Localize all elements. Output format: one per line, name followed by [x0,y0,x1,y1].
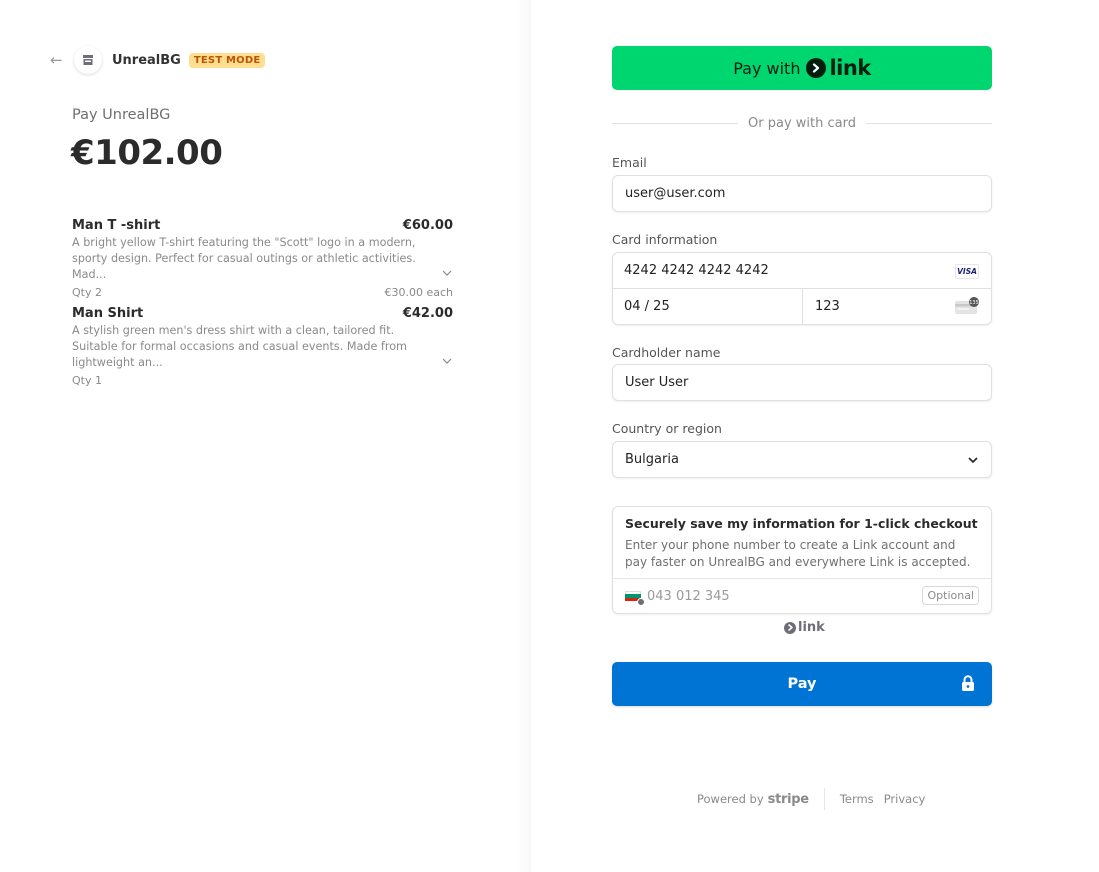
pay-with-link-button[interactable]: Pay with link [612,46,992,90]
item-name: Man Shirt [72,306,144,321]
merchant-header: ← UnrealBG TEST MODE [50,45,266,75]
country-select[interactable]: Bulgaria [612,441,992,478]
svg-text:135: 135 [969,300,979,306]
arrow-left-icon[interactable]: ← [50,52,66,68]
item-description: A stylish green men's dress shirt with a… [72,324,407,369]
order-summary-panel: ← UnrealBG TEST MODE Pay UnrealBG €102.0… [0,0,531,872]
country-value: Bulgaria [625,452,679,467]
link-small-logo: link [784,620,825,635]
chevron-down-icon[interactable] [441,267,453,279]
line-item: Man Shirt €42.00 A stylish green men's d… [72,306,453,387]
item-unit-price: €30.00 each [384,286,453,299]
visa-icon: VISA [955,264,979,279]
card-number-field[interactable]: 4242 4242 4242 4242 VISA [613,253,991,289]
item-description: A bright yellow T-shirt featuring the "S… [72,236,416,281]
item-name: Man T -shirt [72,218,161,233]
item-price: €42.00 [402,306,453,321]
card-info-group: 4242 4242 4242 4242 VISA 04 / 25 123 135 [612,252,992,325]
email-label: Email [612,155,647,170]
save-info-description: Enter your phone number to create a Link… [625,538,971,569]
chevron-down-icon[interactable] [441,355,453,367]
card-cvc-field[interactable]: 123 135 [803,289,991,324]
cardholder-name-label: Cardholder name [612,345,721,360]
cardholder-name-field[interactable]: User User [612,364,992,401]
lock-icon [962,675,974,691]
link-logo: link [806,56,871,80]
save-info-title: Securely save my information for 1-click… [625,516,978,531]
stripe-logo[interactable]: stripe [768,792,809,807]
total-amount: €102.00 [71,133,223,173]
country-label: Country or region [612,421,722,436]
item-quantity: Qty 2 [72,286,102,299]
store-icon [83,55,93,65]
card-expiry-field[interactable]: 04 / 25 [613,289,803,324]
pay-button-label: Pay [787,676,817,692]
pay-button[interactable]: Pay [612,662,992,706]
test-mode-badge: TEST MODE [188,52,266,68]
email-field[interactable]: user@user.com [612,175,992,212]
chevron-down-icon [968,457,978,464]
bulgaria-flag-icon[interactable] [625,590,645,606]
store-logo [74,46,102,74]
terms-link[interactable]: Terms [840,792,874,806]
cvc-card-icon: 135 [955,297,979,314]
item-quantity: Qty 1 [72,374,102,387]
or-pay-with-card-divider: Or pay with card [612,113,993,133]
link-chevron-icon [784,621,796,634]
card-cvc-value: 123 [815,299,840,314]
phone-placeholder: 043 012 345 [647,588,730,604]
line-item: Man T -shirt €60.00 A bright yellow T-sh… [72,218,453,299]
powered-by-label: Powered by [697,792,764,806]
merchant-name: UnrealBG [112,52,181,68]
footer: Powered by stripe Terms Privacy [697,788,935,810]
divider-text: Or pay with card [748,115,856,131]
card-info-label: Card information [612,232,718,247]
pay-merchant-label: Pay UnrealBG [72,107,171,123]
privacy-link[interactable]: Privacy [884,792,926,806]
link-brand-small: link [798,620,825,635]
pay-with-label: Pay with [733,58,801,78]
optional-badge: Optional [922,586,979,605]
card-number-value: 4242 4242 4242 4242 [624,263,769,278]
link-save-info-box: Securely save my information for 1-click… [612,506,992,614]
link-brand: link [829,56,871,80]
phone-field[interactable]: 043 012 345 Optional [613,579,991,613]
link-chevron-icon [806,58,827,78]
item-price: €60.00 [402,218,453,233]
